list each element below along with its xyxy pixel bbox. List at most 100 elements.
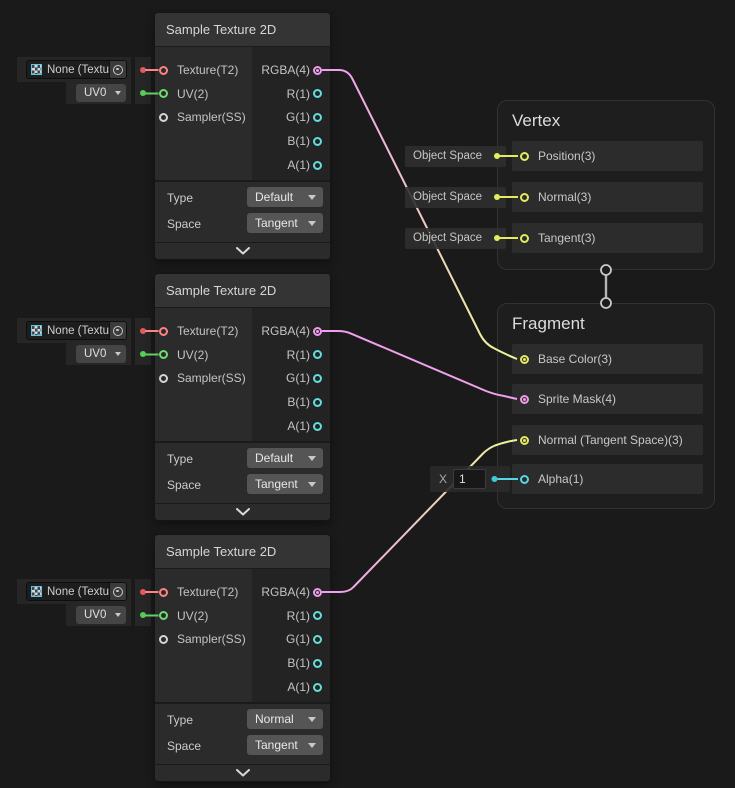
texture-input-port[interactable] xyxy=(159,588,168,597)
port-label: R(1) xyxy=(287,347,310,363)
a-output-port[interactable] xyxy=(313,422,322,431)
sampler-input-port[interactable] xyxy=(159,635,168,644)
object-space-chip-normal[interactable]: Object Space xyxy=(405,187,506,208)
texture-connector-stub xyxy=(135,57,151,82)
space-dropdown-value: Tangent xyxy=(255,477,298,491)
texture-connector-stub xyxy=(135,318,151,343)
space-dropdown[interactable]: Tangent xyxy=(247,735,323,755)
texture-field-value: None (Textu xyxy=(47,586,109,598)
port-label: A(1) xyxy=(287,679,310,695)
base-color-input-port[interactable] xyxy=(520,355,529,364)
rgba-output-port[interactable] xyxy=(313,327,322,336)
port-label: Alpha(1) xyxy=(538,471,583,487)
space-label: Space xyxy=(167,738,201,754)
green-connector-dot xyxy=(140,351,146,357)
alpha-value-input[interactable] xyxy=(453,469,486,489)
dropdown-caret-icon xyxy=(308,743,316,748)
b-output-port[interactable] xyxy=(313,398,322,407)
rgba-output-port[interactable] xyxy=(313,66,322,75)
position-input-port[interactable] xyxy=(520,152,529,161)
uv-input-port[interactable] xyxy=(159,611,168,620)
g-output-port[interactable] xyxy=(313,374,322,383)
sprite-mask-input-port[interactable] xyxy=(520,395,529,404)
vertex-context-node[interactable]: Vertex Position(3) Normal(3) Tangent(3) xyxy=(497,100,715,270)
port-label: G(1) xyxy=(286,109,310,125)
r-output-port[interactable] xyxy=(313,611,322,620)
uv-input-port[interactable] xyxy=(159,89,168,98)
port-label: RGBA(4) xyxy=(261,62,310,78)
space-dropdown[interactable]: Tangent xyxy=(247,474,323,494)
b-output-port[interactable] xyxy=(313,137,322,146)
type-dropdown[interactable]: Normal xyxy=(247,709,323,729)
texture-object-field[interactable]: None (Textu xyxy=(26,582,127,601)
g-output-port[interactable] xyxy=(313,635,322,644)
texture-field-strip: None (Textu xyxy=(17,57,131,82)
normal-input-port[interactable] xyxy=(520,193,529,202)
port-label: Texture(T2) xyxy=(177,62,238,78)
fragment-title: Fragment xyxy=(512,314,585,334)
dropdown-caret-icon xyxy=(308,717,316,722)
alpha-input-port[interactable] xyxy=(520,475,529,484)
divider xyxy=(155,441,330,443)
uv-channel-dropdown[interactable]: UV0 xyxy=(76,345,126,363)
a-output-port[interactable] xyxy=(313,161,322,170)
texture-input-port[interactable] xyxy=(159,327,168,336)
uv-dropdown-value: UV0 xyxy=(84,348,106,360)
rgba-output-port[interactable] xyxy=(313,588,322,597)
object-picker-button[interactable] xyxy=(109,61,126,78)
tangent-input-port[interactable] xyxy=(520,234,529,243)
type-dropdown-value: Default xyxy=(255,451,293,465)
texture-checker-icon xyxy=(31,586,42,597)
sample-texture-2d-node[interactable]: Sample Texture 2D Texture(T2) UV(2) Samp… xyxy=(155,274,330,520)
collapse-chevron-button[interactable] xyxy=(155,765,330,781)
collapse-chevron-button[interactable] xyxy=(155,504,330,520)
uv-channel-dropdown[interactable]: UV0 xyxy=(76,84,126,102)
g-output-port[interactable] xyxy=(313,113,322,122)
fragment-row-normal-tangent: Normal (Tangent Space)(3) xyxy=(512,425,703,455)
sampler-input-port[interactable] xyxy=(159,374,168,383)
texture-object-field[interactable]: None (Textu xyxy=(26,60,127,79)
collapse-chevron-button[interactable] xyxy=(155,243,330,259)
vertex-row-position: Position(3) xyxy=(512,141,703,171)
node-title: Sample Texture 2D xyxy=(166,535,276,568)
port-label: Sprite Mask(4) xyxy=(538,391,616,407)
r-output-port[interactable] xyxy=(313,89,322,98)
uv-channel-dropdown[interactable]: UV0 xyxy=(76,606,126,624)
object-space-chip-tangent[interactable]: Object Space xyxy=(405,228,506,249)
dropdown-caret-icon xyxy=(308,195,316,200)
uv-dropdown-value: UV0 xyxy=(84,609,106,621)
red-connector-dot xyxy=(140,67,146,73)
port-label: UV(2) xyxy=(177,86,208,102)
uv-field-strip: UV0 xyxy=(66,82,131,104)
type-dropdown[interactable]: Default xyxy=(247,187,323,207)
normal-tangent-input-port[interactable] xyxy=(520,436,529,445)
type-dropdown[interactable]: Default xyxy=(247,448,323,468)
space-dropdown[interactable]: Tangent xyxy=(247,213,323,233)
object-picker-button[interactable] xyxy=(109,322,126,339)
a-output-port[interactable] xyxy=(313,683,322,692)
r-output-port[interactable] xyxy=(313,350,322,359)
sampler-input-port[interactable] xyxy=(159,113,168,122)
port-label: A(1) xyxy=(287,157,310,173)
uv-connector-stub xyxy=(135,343,151,365)
port-label: B(1) xyxy=(287,655,310,671)
fragment-context-node[interactable]: Fragment Base Color(3) Sprite Mask(4) No… xyxy=(497,303,715,509)
sample-texture-2d-node[interactable]: Sample Texture 2D Texture(T2) UV(2) Samp… xyxy=(155,535,330,781)
divider xyxy=(155,180,330,182)
texture-input-port[interactable] xyxy=(159,66,168,75)
object-space-chip-position[interactable]: Object Space xyxy=(405,146,506,167)
dropdown-caret-icon xyxy=(308,456,316,461)
object-picker-icon xyxy=(113,587,123,597)
uv-connector-stub xyxy=(135,604,151,626)
chevron-down-icon xyxy=(235,508,251,516)
red-connector-dot xyxy=(140,328,146,334)
x-component-label: X xyxy=(439,472,447,486)
b-output-port[interactable] xyxy=(313,659,322,668)
texture-object-field[interactable]: None (Textu xyxy=(26,321,127,340)
chevron-down-icon xyxy=(235,247,251,255)
uv-input-port[interactable] xyxy=(159,350,168,359)
object-picker-button[interactable] xyxy=(109,583,126,600)
dropdown-caret-icon xyxy=(115,352,121,356)
port-label: A(1) xyxy=(287,418,310,434)
sample-texture-2d-node[interactable]: Sample Texture 2D Texture(T2) UV(2) Samp… xyxy=(155,13,330,259)
